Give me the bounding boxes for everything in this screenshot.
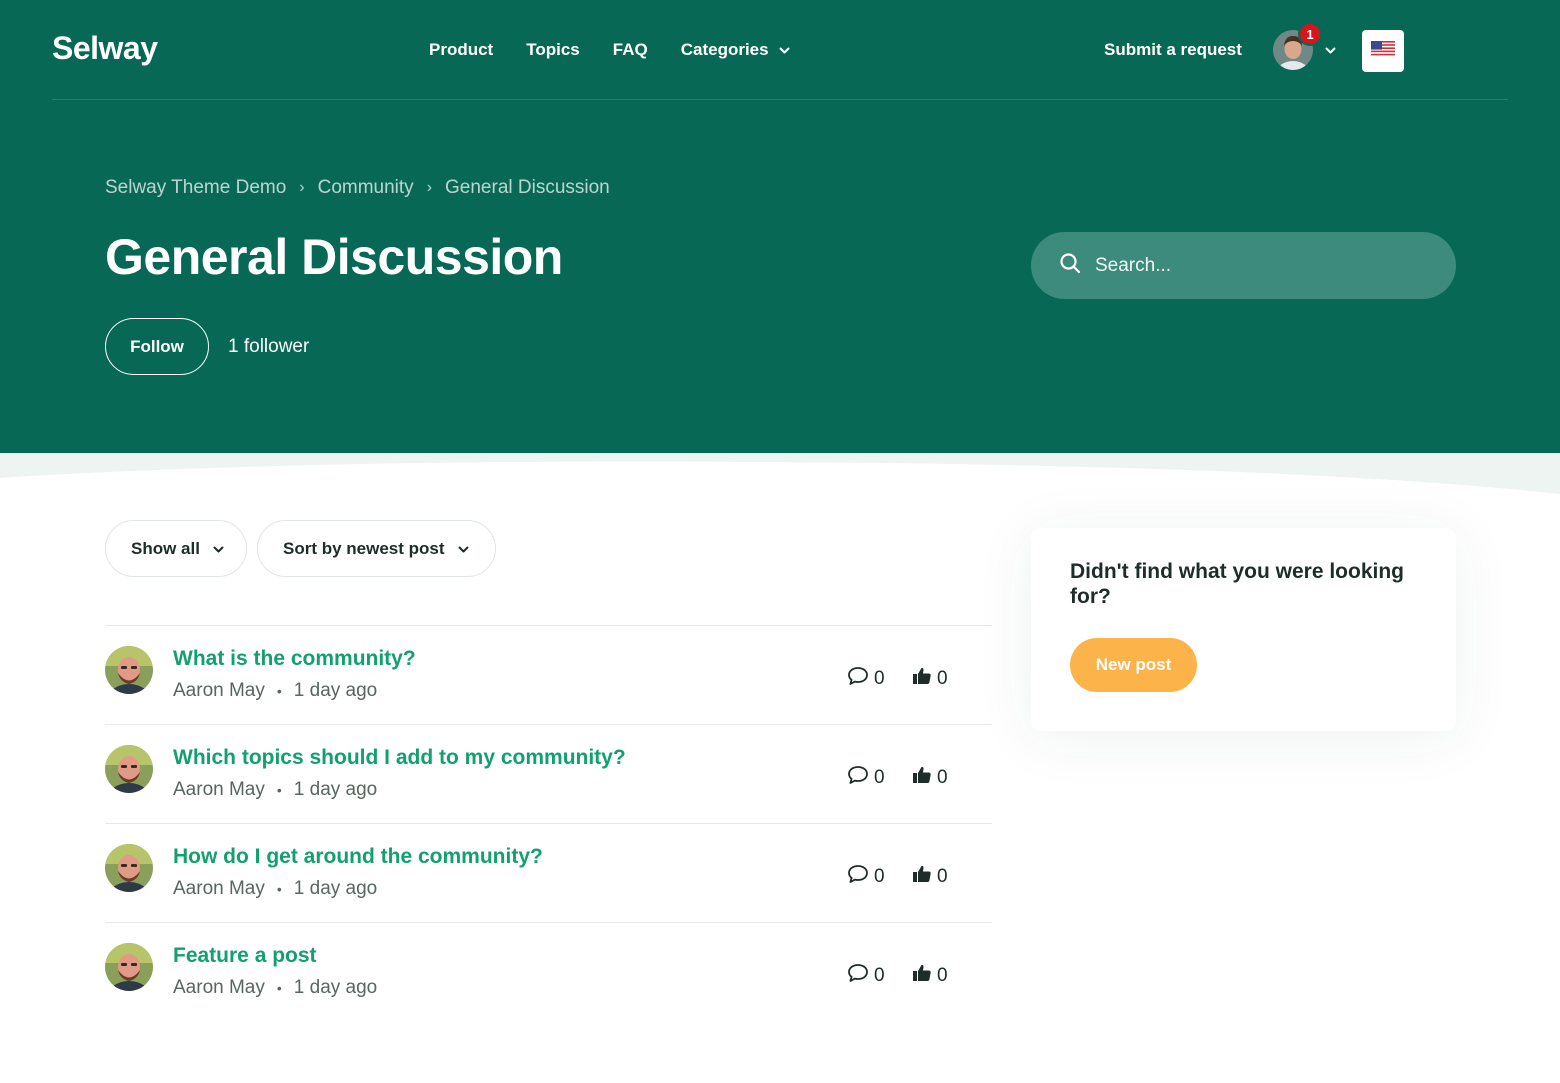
nav-topics-label: Topics xyxy=(526,40,580,59)
post-meta: Aaron May • 1 day ago xyxy=(173,878,377,900)
submit-request-link[interactable]: Submit a request xyxy=(1104,40,1242,60)
breadcrumb: Selway Theme Demo › Community › General … xyxy=(105,177,610,199)
breadcrumb-separator: › xyxy=(299,179,305,196)
post-title-link[interactable]: Which topics should I add to my communit… xyxy=(173,746,626,770)
comment-count-value: 0 xyxy=(874,965,885,986)
comment-icon xyxy=(847,666,869,692)
post-author[interactable]: Aaron May xyxy=(173,680,265,702)
nav-categories-dropdown[interactable]: Categories xyxy=(681,40,790,60)
post-meta: Aaron May • 1 day ago xyxy=(173,977,377,999)
post-title-link[interactable]: Feature a post xyxy=(173,944,317,968)
new-post-prompt: Didn't find what you were looking for? xyxy=(1070,560,1404,608)
author-avatar[interactable] xyxy=(105,844,153,892)
meta-separator: • xyxy=(276,881,282,897)
post-time: 1 day ago xyxy=(293,977,378,998)
post-time: 1 day ago xyxy=(293,680,378,701)
meta-separator: • xyxy=(276,782,282,798)
breadcrumb-separator: › xyxy=(426,179,433,196)
chevron-down-icon xyxy=(779,40,790,60)
vote-count: 0 xyxy=(912,963,948,989)
language-selector-button[interactable] xyxy=(1362,30,1404,72)
vote-count-value: 0 xyxy=(937,668,948,689)
meta-separator: • xyxy=(276,683,282,699)
post-title-link[interactable]: How do I get around the community? xyxy=(173,845,543,869)
comment-count: 0 xyxy=(847,666,885,692)
post-time: 1 day ago xyxy=(293,878,378,899)
post-row: What is the community? Aaron May • 1 day… xyxy=(105,625,992,724)
search-icon xyxy=(1059,252,1081,279)
comment-count: 0 xyxy=(847,765,885,791)
search-input[interactable] xyxy=(1095,254,1425,277)
us-flag-icon xyxy=(1371,40,1395,62)
nav-categories-label: Categories xyxy=(680,40,769,59)
vote-count-value: 0 xyxy=(937,767,948,788)
breadcrumb-current[interactable]: General Discussion xyxy=(445,177,610,199)
post-meta: Aaron May • 1 day ago xyxy=(173,680,377,702)
comment-count: 0 xyxy=(847,864,885,890)
post-time: 1 day ago xyxy=(293,779,378,800)
thumbs-up-icon xyxy=(912,963,932,989)
author-avatar[interactable] xyxy=(105,745,153,793)
author-avatar[interactable] xyxy=(105,943,153,991)
nav-product[interactable]: Product xyxy=(429,40,493,60)
thumbs-up-icon xyxy=(912,765,932,791)
breadcrumb-community[interactable]: Community xyxy=(318,177,414,199)
show-filter-label: Show all xyxy=(131,538,200,558)
chevron-down-icon xyxy=(1325,42,1336,60)
chevron-down-icon xyxy=(458,539,469,559)
vote-count: 0 xyxy=(912,765,948,791)
nav-topics[interactable]: Topics xyxy=(526,40,580,60)
vote-count-value: 0 xyxy=(937,866,948,887)
comment-count: 0 xyxy=(847,963,885,989)
sort-label: Sort by newest post xyxy=(283,538,445,558)
vote-count-value: 0 xyxy=(937,965,948,986)
chevron-down-icon xyxy=(213,539,224,559)
comment-count-value: 0 xyxy=(874,866,885,887)
notification-badge: 1 xyxy=(1298,22,1322,46)
thumbs-up-icon xyxy=(912,864,932,890)
sort-dropdown[interactable]: Sort by newest post xyxy=(257,520,496,577)
post-row: Which topics should I add to my communit… xyxy=(105,724,992,823)
comment-icon xyxy=(847,864,869,890)
user-menu[interactable]: 1 xyxy=(1273,22,1343,72)
post-author[interactable]: Aaron May xyxy=(173,977,265,999)
comment-count-value: 0 xyxy=(874,767,885,788)
logo[interactable]: Selway xyxy=(52,30,158,67)
post-author[interactable]: Aaron May xyxy=(173,779,265,801)
nav-faq[interactable]: FAQ xyxy=(613,40,648,60)
main-nav: Product Topics FAQ Categories xyxy=(429,40,823,60)
follower-count: 1 follower xyxy=(228,336,310,357)
post-title-link[interactable]: What is the community? xyxy=(173,647,416,671)
page-title: General Discussion xyxy=(105,229,563,285)
nav-product-label: Product xyxy=(429,40,494,59)
post-row: Feature a post Aaron May • 1 day ago 0 0 xyxy=(105,922,992,1021)
new-post-button[interactable]: New post xyxy=(1070,638,1197,692)
follow-button[interactable]: Follow xyxy=(105,318,209,375)
post-meta: Aaron May • 1 day ago xyxy=(173,779,377,801)
post-author[interactable]: Aaron May xyxy=(173,878,265,900)
search-box[interactable] xyxy=(1031,232,1456,299)
meta-separator: • xyxy=(276,980,282,996)
post-row: How do I get around the community? Aaron… xyxy=(105,823,992,922)
breadcrumb-home[interactable]: Selway Theme Demo xyxy=(105,177,286,199)
comment-count-value: 0 xyxy=(874,668,885,689)
hero-banner: Selway Product Topics FAQ Categories Sub… xyxy=(0,0,1560,453)
thumbs-up-icon xyxy=(912,666,932,692)
comment-icon xyxy=(847,963,869,989)
vote-count: 0 xyxy=(912,666,948,692)
author-avatar[interactable] xyxy=(105,646,153,694)
new-post-card: Didn't find what you were looking for? N… xyxy=(1031,528,1456,731)
comment-icon xyxy=(847,765,869,791)
post-list: What is the community? Aaron May • 1 day… xyxy=(105,625,992,1021)
vote-count: 0 xyxy=(912,864,948,890)
nav-faq-label: FAQ xyxy=(612,40,648,59)
show-filter-dropdown[interactable]: Show all xyxy=(105,520,247,577)
hero-wave-divider xyxy=(0,452,1560,494)
